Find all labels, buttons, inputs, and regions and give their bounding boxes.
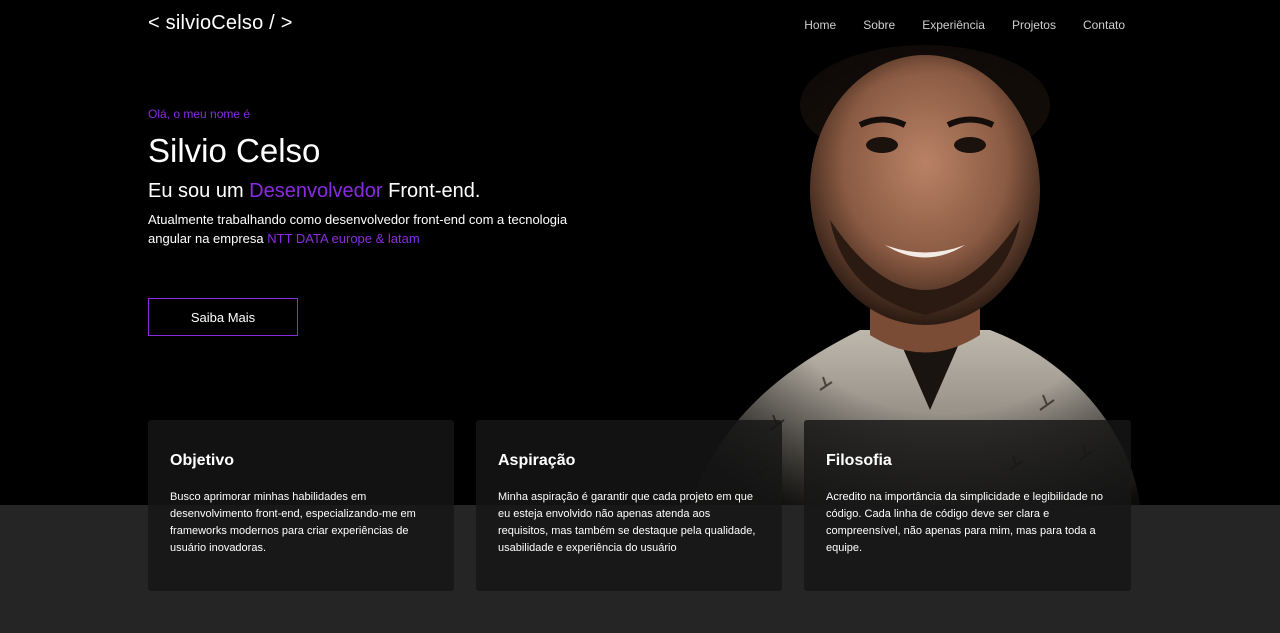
card-text: Minha aspiração é garantir que cada proj… [498,491,756,554]
site-logo[interactable]: < silvioCelso / > [148,12,293,35]
card-text: Busco aprimorar minhas habilidades em de… [170,491,416,554]
card-text: Acredito na importância da simplicidade … [826,491,1103,554]
nav-home[interactable]: Home [804,18,836,32]
main-nav: Home Sobre Experiência Projetos Contato [777,18,1125,32]
nav-sobre[interactable]: Sobre [863,18,895,32]
role-prefix: Eu sou um [148,180,250,202]
nav-contato[interactable]: Contato [1083,18,1125,32]
nav-projetos[interactable]: Projetos [1012,18,1056,32]
company-name: NTT DATA europe & latam [267,231,420,246]
role-suffix: Front-end. [382,180,481,202]
card-aspiracao: Aspiração Minha aspiração é garantir que… [476,420,782,591]
card-title: Filosofia [826,452,892,469]
card-objetivo: Objetivo Busco aprimorar minhas habilida… [148,420,454,591]
hero-name: Silvio Celso [148,132,321,169]
card-title: Objetivo [170,452,235,469]
hero-role: Eu sou um Desenvolvedor Front-end. [148,180,480,203]
role-highlight: Desenvolvedor [249,180,383,202]
card-title: Aspiração [498,452,576,469]
saiba-mais-button[interactable]: Saiba Mais [148,298,298,336]
hero-description: Atualmente trabalhando como desenvolvedo… [148,210,578,248]
hero-greeting: Olá, o meu nome é [148,107,251,121]
nav-experiencia[interactable]: Experiência [922,18,985,32]
card-filosofia: Filosofia Acredito na importância da sim… [804,420,1131,591]
